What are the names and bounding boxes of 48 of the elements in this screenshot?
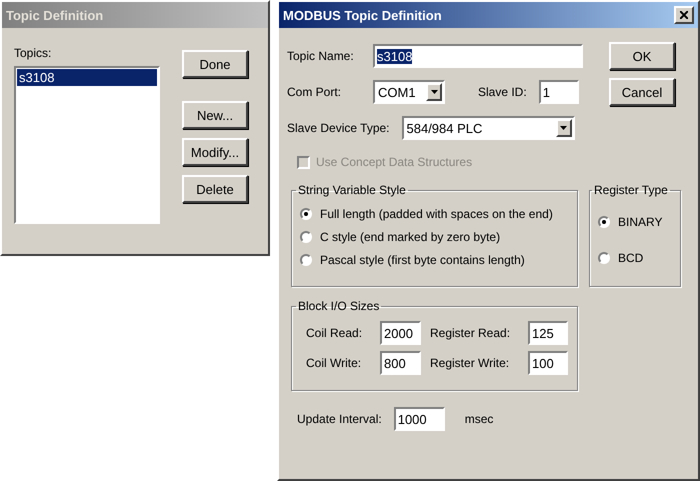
topics-list[interactable]: s3108 xyxy=(14,66,160,224)
dialog-button[interactable]: Done xyxy=(182,50,248,78)
device-type-dropdown[interactable]: 584/984 PLC xyxy=(402,116,574,140)
field-label: Register Write: xyxy=(430,356,510,370)
unit-label: msec xyxy=(464,412,494,426)
caret-icon xyxy=(560,126,567,130)
size-field[interactable]: 100 xyxy=(528,351,568,375)
radio-button[interactable] xyxy=(598,252,610,264)
dialog-button[interactable]: Delete xyxy=(182,175,248,203)
checkbox-label: Use Concept Data Structures xyxy=(316,155,472,169)
topics-label: Topics: xyxy=(14,46,52,60)
field-label: Register Read: xyxy=(430,326,512,340)
radio-button[interactable] xyxy=(300,231,312,243)
field-label: Com Port: xyxy=(287,85,342,99)
window-title: MODBUS Topic Definition xyxy=(283,8,442,22)
size-field[interactable]: 125 xyxy=(528,321,568,345)
close-icon xyxy=(680,11,688,19)
field-label: Slave ID: xyxy=(478,85,527,99)
field-label: Coil Read: xyxy=(306,326,364,340)
dialog-button[interactable]: Modify... xyxy=(182,138,248,166)
dialog-button[interactable]: Cancel xyxy=(609,78,675,106)
radio-label: Full length (padded with spaces on the end) xyxy=(320,207,553,221)
topic-name-field[interactable]: s3108 xyxy=(373,44,583,68)
dialog-button[interactable]: New... xyxy=(182,101,248,129)
caret-icon xyxy=(430,90,438,94)
dialog-button[interactable]: OK xyxy=(609,42,675,70)
size-field[interactable]: 800 xyxy=(380,351,421,375)
window-title: Topic Definition xyxy=(6,8,104,22)
field-label: Coil Write: xyxy=(306,356,362,370)
radio-button[interactable] xyxy=(300,254,312,266)
update-interval-field[interactable]: 1000 xyxy=(394,407,445,431)
radio-label: C style (end marked by zero byte) xyxy=(320,230,500,244)
field-label: Update Interval: xyxy=(297,412,382,426)
list-item[interactable]: s3108 xyxy=(17,69,157,86)
radio-button[interactable] xyxy=(598,216,610,228)
field-label: Topic Name: xyxy=(287,49,355,63)
slave-id-field[interactable]: 1 xyxy=(538,80,579,104)
radio-label: Pascal style (first byte contains length) xyxy=(320,253,525,267)
field-label: Slave Device Type: xyxy=(287,121,390,135)
group-title: String Variable Style xyxy=(297,183,407,197)
radio-label: BCD xyxy=(618,251,644,265)
group-title: Block I/O Sizes xyxy=(297,299,380,313)
size-field[interactable]: 2000 xyxy=(380,321,421,345)
group-title: Register Type xyxy=(593,183,669,197)
radio-label: BINARY xyxy=(618,215,662,229)
radio-button[interactable] xyxy=(300,208,312,220)
close-button[interactable] xyxy=(674,6,694,24)
com-port-dropdown[interactable]: COM1 xyxy=(373,80,445,104)
